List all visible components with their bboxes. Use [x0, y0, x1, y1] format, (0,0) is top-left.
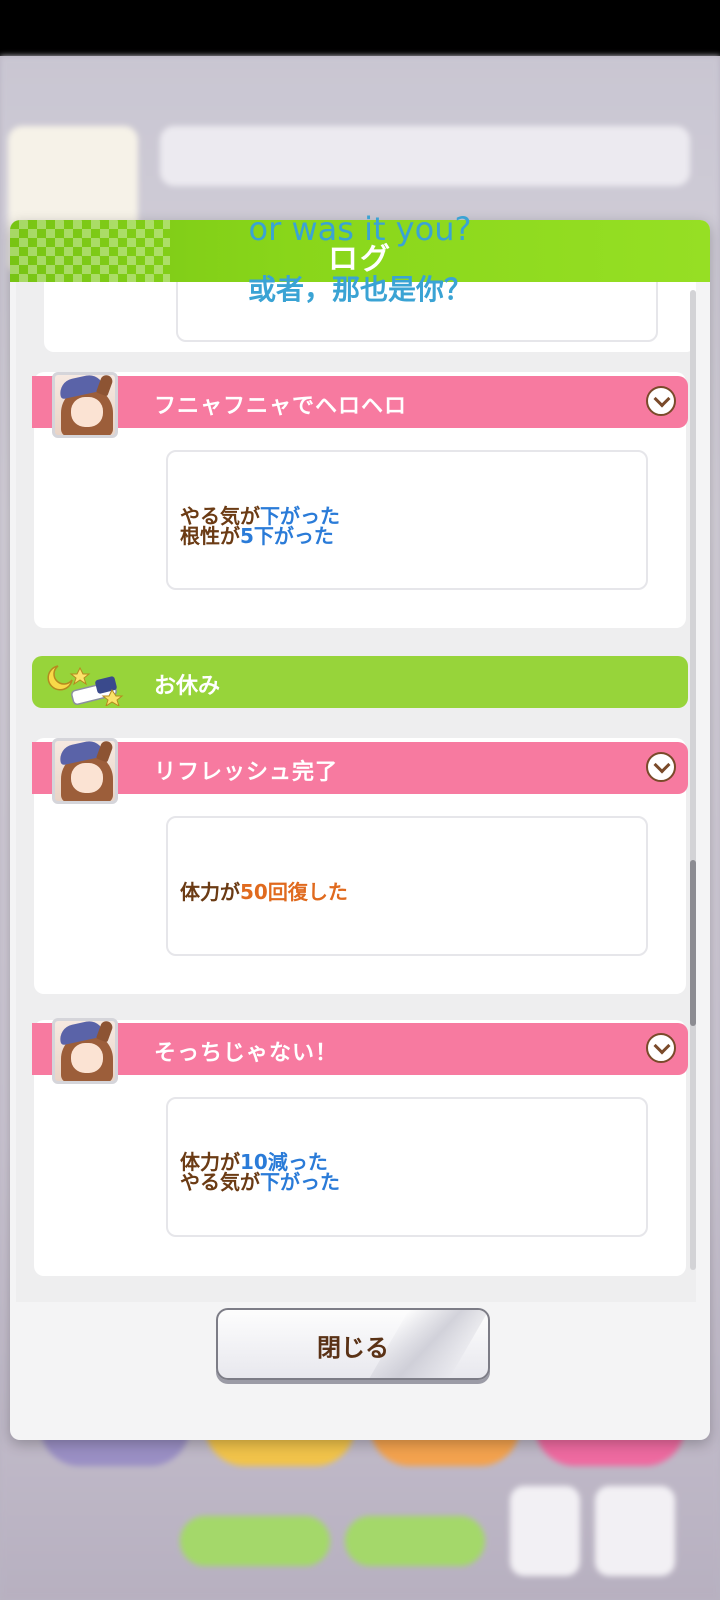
message-line: 体力が50回復した: [180, 880, 348, 904]
chevron-down-icon[interactable]: [646, 752, 676, 782]
event-title-bar[interactable]: リフレッシュ完了: [32, 742, 688, 794]
event-title: そっちじゃない！: [154, 1041, 339, 1066]
close-button[interactable]: 閉じる: [216, 1308, 490, 1380]
event-title: リフレッシュ完了: [154, 760, 339, 785]
event-title-bar[interactable]: そっちじゃない！: [32, 1023, 688, 1075]
chevron-down-icon[interactable]: [646, 386, 676, 416]
scrollbar-thumb[interactable]: [690, 860, 696, 1026]
message-line: 根性が5下がった: [180, 524, 334, 548]
character-avatar: [52, 372, 118, 438]
subtitle-english: or was it you?: [248, 210, 472, 248]
section-title: お休み: [154, 674, 221, 699]
rest-moon-icon: [47, 665, 124, 706]
event-title-bar[interactable]: フニャフニャでヘロヘロ: [32, 376, 688, 428]
chevron-down-icon[interactable]: [646, 1033, 676, 1063]
subtitle-chinese: 或者，那也是你？: [247, 273, 472, 306]
character-avatar: [52, 1018, 118, 1084]
message-line: やる気が下がった: [180, 1170, 340, 1194]
rest-section-bar: お休み: [32, 656, 688, 708]
close-button-label: 閉じる: [317, 1334, 389, 1362]
event-title: フニャフニャでヘロヘロ: [154, 394, 408, 419]
status-bar: [0, 0, 720, 56]
character-avatar: [52, 738, 118, 804]
scrollbar-track[interactable]: [690, 290, 696, 1270]
